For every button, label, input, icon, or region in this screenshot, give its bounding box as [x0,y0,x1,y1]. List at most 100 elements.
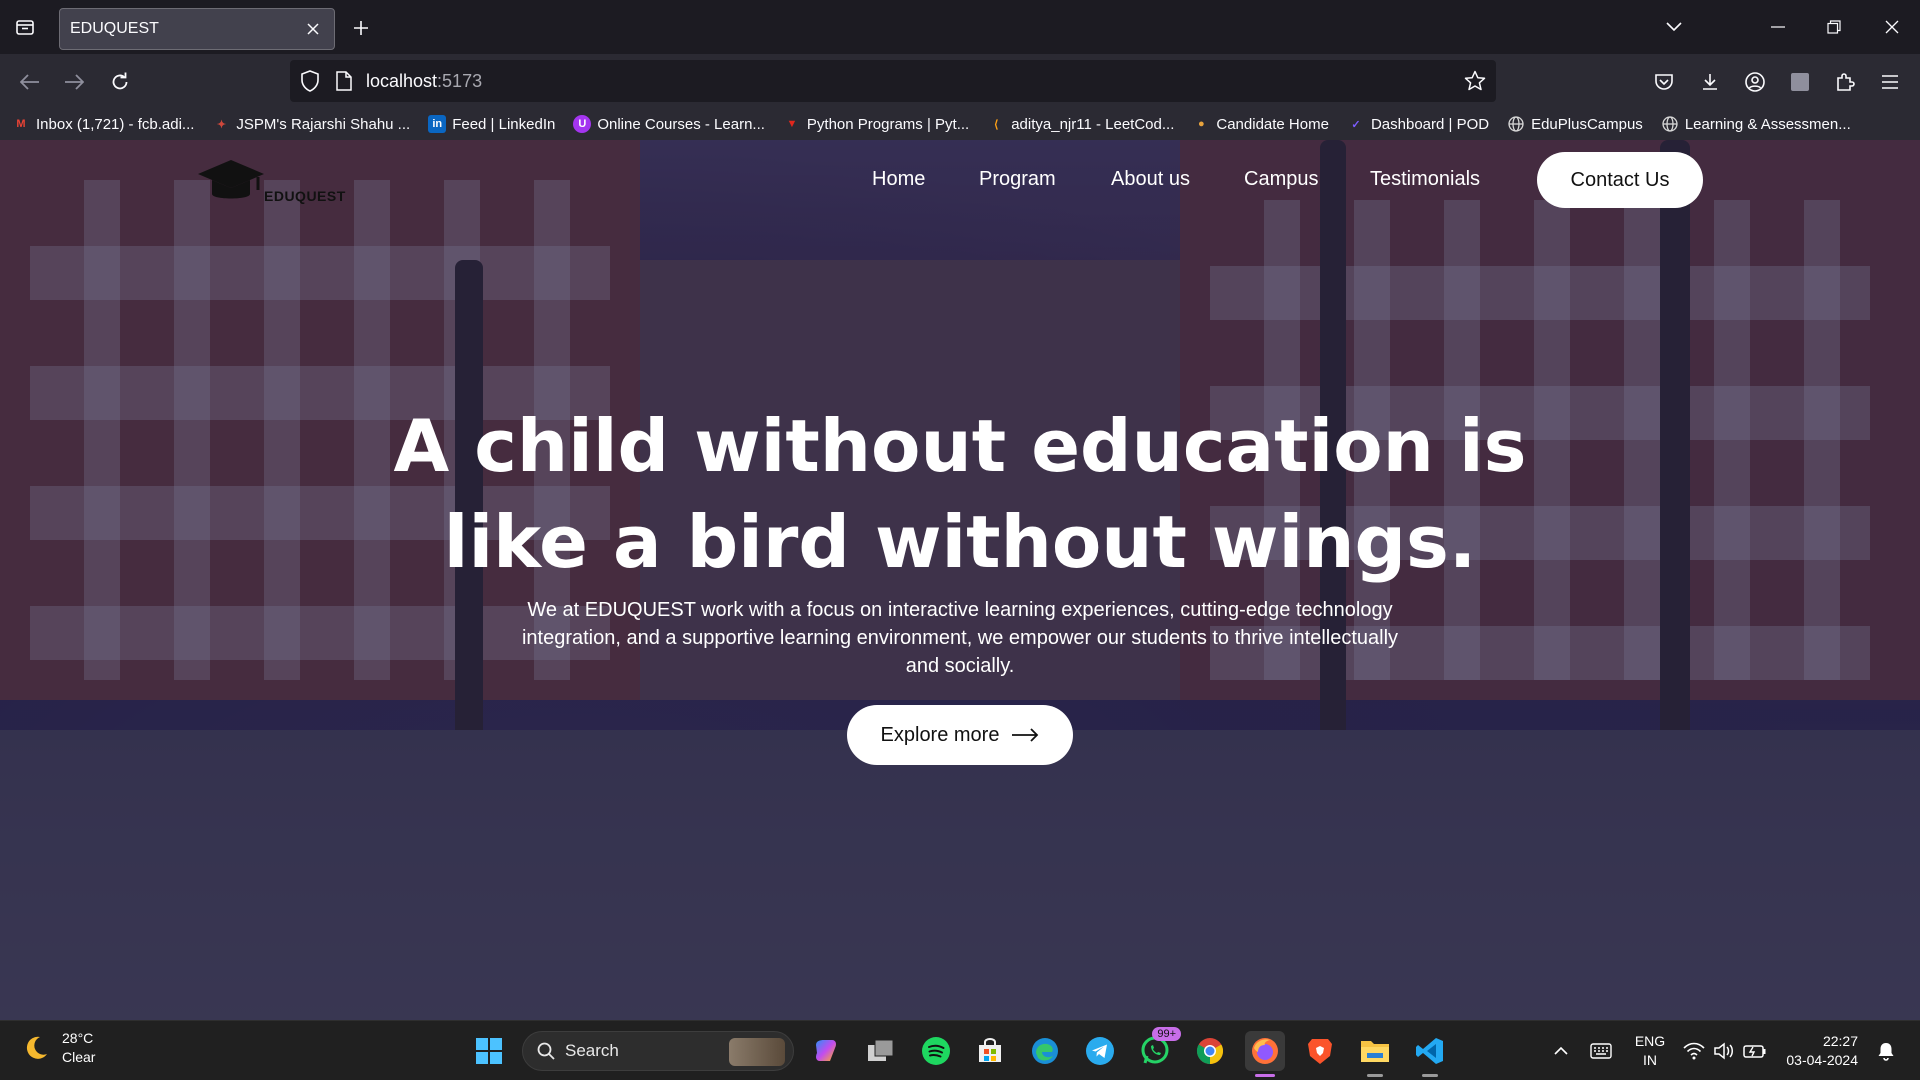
bookmark-item[interactable]: in Feed | LinkedIn [428,115,555,133]
downloads-icon[interactable] [1696,68,1724,96]
task-view-icon[interactable] [861,1031,901,1071]
search-highlight-icon [729,1038,785,1066]
globe-icon [1661,115,1679,133]
whatsapp-icon[interactable]: 99+ [1135,1027,1181,1071]
forward-arrow-icon[interactable] [56,64,92,100]
spotify-icon[interactable] [916,1031,956,1071]
nav-link-about[interactable]: About us [1111,168,1190,191]
bookmark-item[interactable]: EduPlusCampus [1507,115,1643,133]
notifications-bell-icon[interactable] [1868,1031,1904,1071]
explore-label: Explore more [880,723,1000,746]
college-icon: ✦ [216,118,227,131]
bookmark-label: Online Courses - Learn... [597,115,765,133]
logo-text: EDUQUEST [264,188,346,204]
contact-us-button[interactable]: Contact Us [1537,152,1703,208]
graduation-cap-icon [198,160,264,199]
language-region: IN [1643,1052,1657,1068]
chrome-icon[interactable] [1190,1031,1230,1071]
moon-icon [26,1036,47,1059]
url-bar[interactable]: localhost:5173 [290,60,1496,102]
volume-icon [1714,1042,1733,1060]
arrow-right-icon [1012,728,1039,742]
language-indicator[interactable]: ENG IN [1625,1032,1675,1070]
weather-condition: Clear [62,1049,96,1065]
file-explorer-icon[interactable] [1355,1031,1395,1077]
bookmark-star-icon[interactable] [1464,70,1486,96]
navigation-toolbar: localhost:5173 [0,54,1920,108]
clock-time: 22:27 [1822,1033,1858,1049]
copilot-icon[interactable] [806,1031,846,1071]
url-text: localhost:5173 [366,71,482,92]
extensions-puzzle-icon[interactable] [1831,68,1859,96]
tab-list-icon[interactable] [0,0,50,54]
language-code: ENG [1634,1033,1666,1049]
keyboard-icon[interactable] [1581,1031,1621,1071]
leetcode-icon: ⟨ [994,118,999,131]
hamburger-menu-icon[interactable] [1876,68,1904,96]
bookmark-item[interactable]: U Online Courses - Learn... [573,115,765,133]
edge-icon[interactable] [1025,1031,1065,1071]
reload-icon[interactable] [102,64,138,100]
bookmark-item[interactable]: ✓ Dashboard | POD [1347,115,1489,133]
clock-date: 03-04-2024 [1786,1052,1858,1068]
windows-start-icon[interactable] [469,1031,509,1071]
weather-widget[interactable]: 28°C Clear [22,1029,95,1067]
nav-link-testimonials[interactable]: Testimonials [1370,168,1480,191]
gmail-icon: M [16,118,26,130]
search-icon [537,1042,555,1060]
tab-overflow-chevron-icon[interactable] [1646,0,1702,54]
pod-icon: ✓ [1351,118,1361,131]
bookmark-item[interactable]: M Inbox (1,721) - fcb.adi... [12,115,194,133]
bookmark-item[interactable]: ▼ Python Programs | Pyt... [783,115,969,133]
udemy-icon: U [573,115,592,133]
bookmark-label: Feed | LinkedIn [452,115,556,133]
hero-title-line2: like a bird without wings. [443,500,1477,584]
restore-icon[interactable] [1806,0,1862,54]
taskbar-search[interactable]: Search [522,1031,794,1071]
search-label: Search [565,1041,619,1060]
bookmark-label: Candidate Home [1216,115,1329,133]
bookmark-item[interactable]: Learning & Assessmen... [1661,115,1851,133]
bookmark-label: Python Programs | Pyt... [806,115,970,133]
firefox-icon[interactable] [1245,1031,1285,1077]
tray-chevron-up-icon[interactable] [1541,1031,1581,1071]
bookmark-label: JSPM's Rajarshi Shahu ... [236,115,411,133]
tab-bar: EDUQUEST [0,0,1920,54]
quick-settings[interactable] [1677,1031,1773,1071]
brave-icon[interactable] [1300,1031,1340,1071]
bookmark-item[interactable]: ● Candidate Home [1192,115,1329,133]
clock[interactable]: 22:27 03-04-2024 [1778,1032,1858,1070]
telegram-icon[interactable] [1080,1031,1120,1071]
page-icon [336,71,352,95]
close-window-icon[interactable] [1864,0,1920,54]
bookmark-label: Dashboard | POD [1370,115,1490,133]
nav-link-campus[interactable]: Campus [1244,168,1318,191]
minimize-icon[interactable] [1750,0,1806,54]
hero-title: A child without education is like a bird… [360,398,1560,590]
account-icon[interactable] [1741,68,1769,96]
explore-more-button[interactable]: Explore more [847,705,1073,765]
bookmark-label: EduPlusCampus [1531,115,1643,133]
new-tab-icon[interactable] [345,12,377,44]
shield-icon[interactable] [300,70,320,96]
browser-tab[interactable]: EDUQUEST [59,8,335,50]
back-arrow-icon[interactable] [12,64,48,100]
bookmark-label: aditya_njr11 - LeetCod... [1011,115,1175,133]
nav-link-home[interactable]: Home [872,168,925,191]
active-indicator [1422,1074,1438,1077]
pocket-icon[interactable] [1650,68,1678,96]
bookmark-item[interactable]: ✦ JSPM's Rajarshi Shahu ... [212,115,410,133]
hero-title-line1: A child without education is [393,404,1527,488]
taskbar: 28°C Clear Search 99+ ENG IN 22:27 03-04… [0,1020,1920,1080]
site-logo[interactable]: EDUQUEST [196,154,356,210]
bookmark-item[interactable]: ⟨ aditya_njr11 - LeetCod... [987,115,1174,133]
close-tab-icon[interactable] [302,18,324,40]
url-host: localhost [366,71,438,91]
vscode-icon[interactable] [1410,1031,1450,1077]
active-indicator [1367,1074,1383,1077]
geeks-icon: ▼ [786,118,798,130]
extension-square-icon[interactable] [1786,68,1814,96]
microsoft-store-icon[interactable] [970,1031,1010,1071]
hero-section: EDUQUEST Home Program About us Campus Te… [0,140,1920,1020]
nav-link-program[interactable]: Program [979,168,1056,191]
